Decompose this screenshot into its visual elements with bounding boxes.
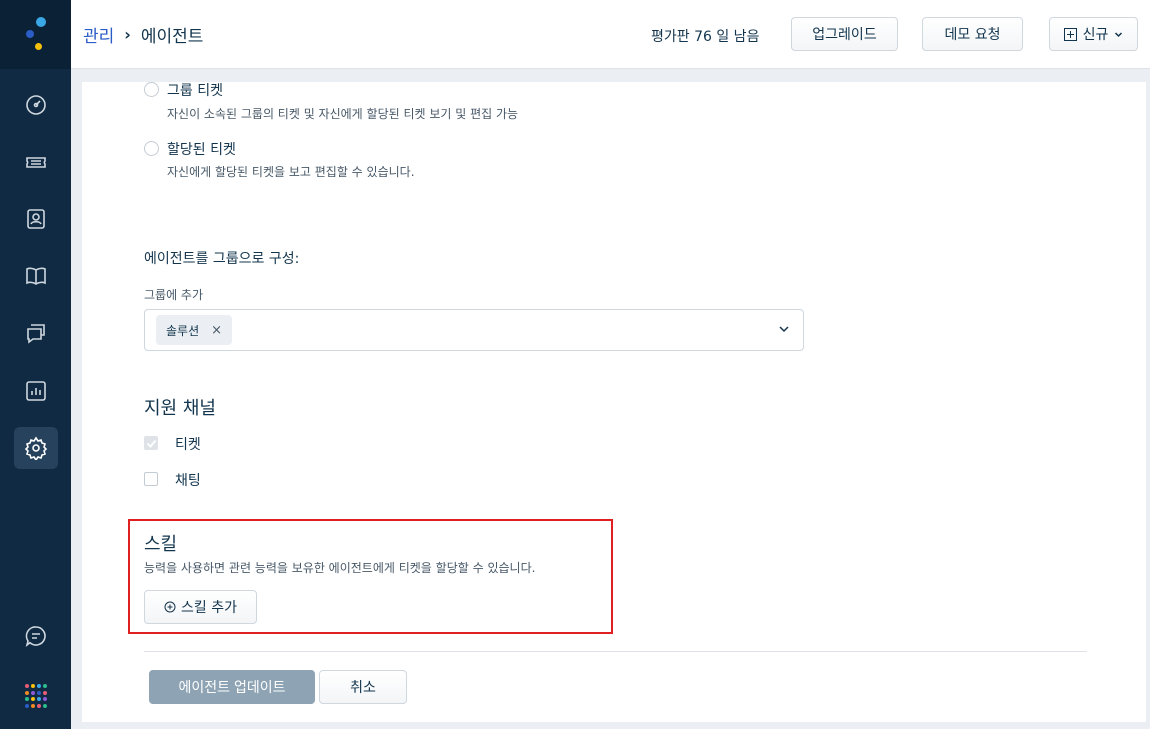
apps-grid-dot	[37, 697, 41, 701]
breadcrumb-chevron-icon: ›	[124, 25, 131, 44]
dashboard-icon[interactable]	[14, 84, 58, 126]
chat-channel-checkbox[interactable]	[144, 472, 158, 486]
trial-status: 평가판 76 일 남음	[651, 29, 760, 45]
freshdesk-logo[interactable]	[0, 0, 71, 69]
apps-grid-dot	[37, 703, 41, 708]
sidebar	[0, 0, 71, 729]
forums-icon[interactable]	[14, 312, 58, 354]
contacts-icon[interactable]	[14, 198, 58, 240]
group-chip: 솔루션 ×	[156, 315, 233, 345]
new-label: 신규	[1082, 27, 1109, 43]
chevron-down-icon[interactable]	[777, 322, 791, 336]
chevron-down-icon	[1115, 31, 1123, 37]
group-chip-label: 솔루션	[166, 323, 200, 338]
agent-form-panel: 그룹 티켓 자신이 소속된 그룹의 티켓 및 자신에게 할당된 티켓 보기 및 …	[82, 82, 1146, 722]
form-divider	[144, 651, 1087, 652]
chat-channel-label: 채팅	[175, 473, 201, 489]
solutions-icon[interactable]	[14, 255, 58, 297]
upgrade-button[interactable]: 업그레이드	[791, 17, 898, 51]
plus-box-icon	[1063, 27, 1077, 41]
top-header: 관리 › 에이전트 평가판 76 일 남음 업그레이드 데모 요청 신규	[71, 0, 1150, 69]
group-ticket-help: 자신이 소속된 그룹의 티켓 및 자신에게 할당된 티켓 보기 및 편집 가능	[167, 107, 519, 121]
apps-grid-dot	[43, 703, 47, 708]
group-ticket-radio[interactable]	[144, 82, 159, 97]
ticket-channel-label: 티켓	[175, 437, 201, 453]
support-channels-heading: 지원 채널	[144, 398, 216, 419]
apps-grid-dot	[37, 690, 41, 695]
tickets-icon[interactable]	[14, 141, 58, 183]
apps-grid-icon[interactable]	[25, 684, 49, 708]
groups-heading: 에이전트를 그룹으로 구성:	[144, 251, 300, 267]
apps-grid-dot	[25, 690, 29, 695]
group-ticket-label: 그룹 티켓	[167, 83, 223, 99]
assigned-ticket-radio[interactable]	[144, 141, 159, 156]
apps-grid-dot	[43, 684, 47, 688]
add-skill-button[interactable]: 스킬 추가	[144, 590, 257, 624]
demo-request-button[interactable]: 데모 요청	[922, 17, 1023, 51]
page-title: 에이전트	[140, 27, 204, 47]
assigned-ticket-label: 할당된 티켓	[167, 142, 236, 158]
apps-grid-dot	[31, 690, 35, 695]
new-dropdown-button[interactable]: 신규	[1049, 17, 1138, 51]
reports-icon[interactable]	[14, 370, 58, 412]
add-to-group-label: 그룹에 추가	[144, 288, 204, 302]
apps-grid-dot	[25, 684, 29, 688]
apps-grid-dot	[25, 703, 29, 708]
skills-description: 능력을 사용하면 관련 능력을 보유한 에이전트에게 티켓을 할당할 수 있습니…	[144, 561, 536, 575]
apps-grid-dot	[25, 697, 29, 701]
assigned-ticket-help: 자신에게 할당된 티켓을 보고 편집할 수 있습니다.	[167, 165, 415, 179]
breadcrumb: 관리 › 에이전트	[83, 22, 203, 47]
apps-grid-dot	[31, 703, 35, 708]
cancel-button[interactable]: 취소	[319, 670, 407, 704]
add-skill-label: 스킬 추가	[181, 600, 237, 616]
plus-circle-icon	[164, 601, 176, 613]
apps-grid-dot	[31, 697, 35, 701]
ticket-channel-checkbox[interactable]	[144, 436, 158, 450]
apps-grid-dot	[43, 690, 47, 695]
group-select[interactable]: 솔루션 ×	[144, 309, 804, 351]
skills-heading: 스킬	[144, 534, 178, 555]
admin-gear-icon[interactable]	[14, 427, 58, 469]
chip-remove-icon[interactable]: ×	[211, 323, 222, 338]
checkmark-icon	[146, 439, 157, 448]
update-agent-button[interactable]: 에이전트 업데이트	[149, 670, 315, 704]
apps-grid-dot	[31, 684, 35, 688]
apps-grid-dot	[43, 697, 47, 701]
chat-icon[interactable]	[14, 615, 58, 657]
apps-grid-dot	[37, 684, 41, 688]
breadcrumb-admin-link[interactable]: 관리	[83, 22, 114, 47]
